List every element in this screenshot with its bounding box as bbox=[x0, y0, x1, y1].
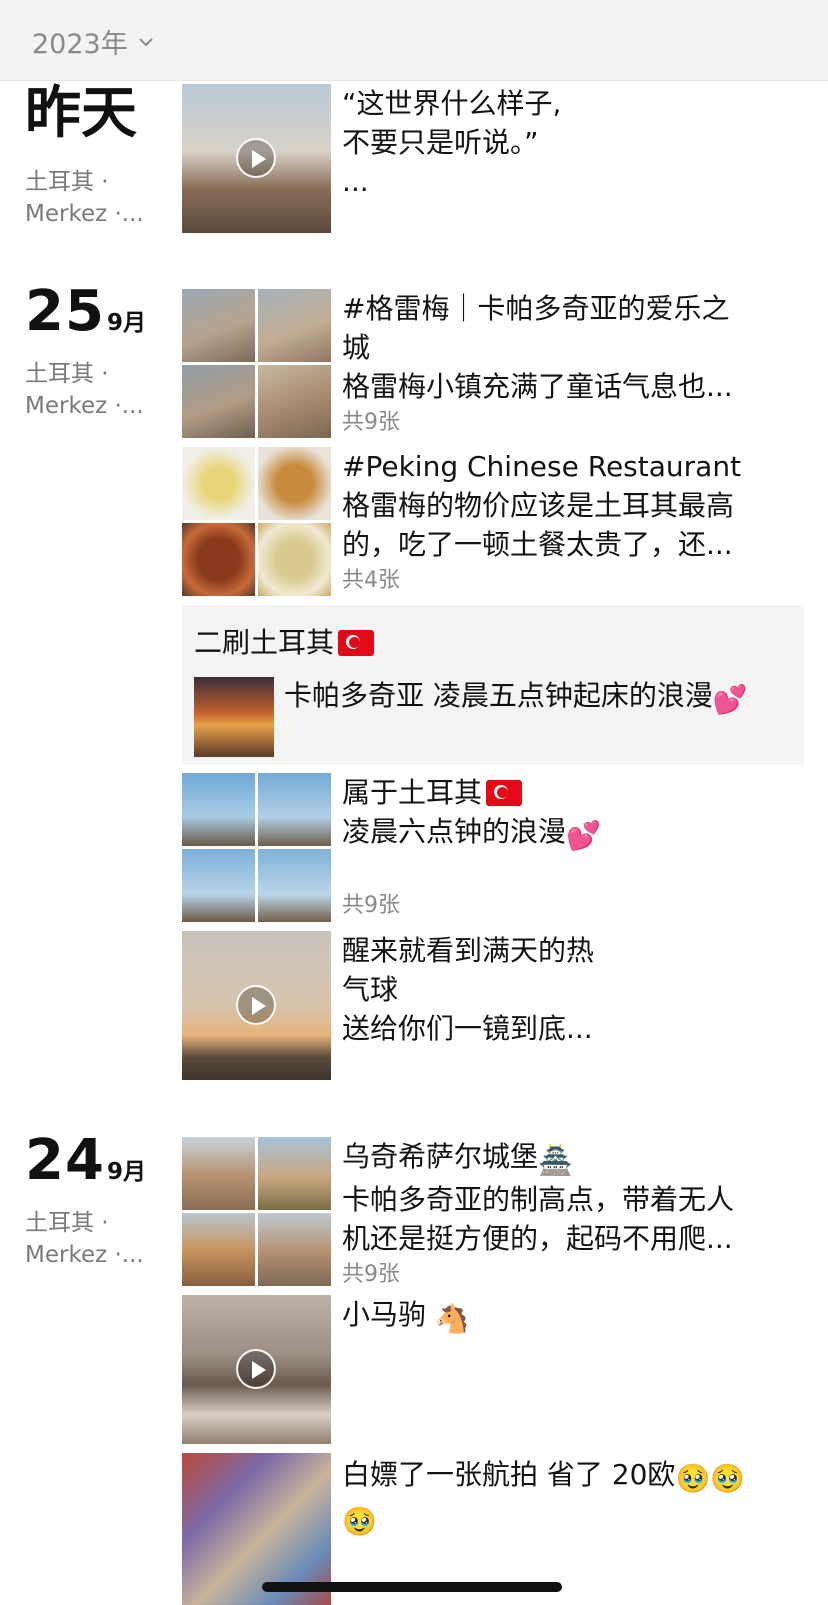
post-text[interactable]: 小马驹 🐴 bbox=[342, 1295, 802, 1338]
face-holding-back-tears-icon: 🥹 bbox=[342, 1505, 377, 1538]
post-image-grid[interactable] bbox=[182, 773, 331, 922]
post-image-grid[interactable] bbox=[182, 1137, 331, 1286]
month-label: 9月 bbox=[106, 310, 146, 336]
turkey-flag-icon bbox=[486, 780, 523, 806]
post-video-thumbnail[interactable] bbox=[182, 84, 331, 233]
location-line1: 土耳其 · bbox=[25, 1210, 109, 1236]
play-icon bbox=[236, 138, 276, 178]
post-image-grid[interactable] bbox=[182, 447, 331, 596]
post-text[interactable]: 乌奇希萨尔城堡🏯 卡帕多奇亚的制高点，带着无人 机还是挺方便的，起码不用爬...… bbox=[342, 1137, 802, 1290]
post-video-thumbnail[interactable] bbox=[182, 931, 331, 1080]
face-holding-back-tears-icon: 🥹🥹 bbox=[675, 1462, 746, 1495]
photo-count: 共9张 bbox=[342, 1262, 400, 1287]
play-icon bbox=[236, 985, 276, 1025]
day-number: 25 bbox=[25, 279, 105, 344]
location-line2: Merkez ·... bbox=[25, 1242, 144, 1268]
day-label: 昨天 bbox=[25, 81, 137, 146]
post-text[interactable]: “这世界什么样子, 不要只是听说。” ... bbox=[342, 84, 802, 201]
turkey-flag-icon bbox=[338, 630, 375, 656]
post-text[interactable]: #格雷梅｜卡帕多奇亚的爱乐之 城 格雷梅小镇充满了童话气息也... 共9张 bbox=[342, 289, 802, 438]
day-number: 24 bbox=[25, 1128, 105, 1193]
play-icon bbox=[236, 1349, 276, 1389]
post-text[interactable]: #Peking Chinese Restaurant 格雷梅的物价应该是土耳其最… bbox=[342, 447, 802, 596]
shared-post-text: 卡帕多奇亚 凌晨五点钟起床的浪漫💕 bbox=[284, 677, 784, 719]
shared-post-title: 二刷土耳其 bbox=[194, 621, 375, 661]
year-selector[interactable]: 2023年 bbox=[32, 22, 154, 61]
two-hearts-icon: 💕 bbox=[712, 683, 748, 716]
top-bar: 2023年 bbox=[0, 0, 828, 81]
date-column-yesterday: 昨天 土耳其 · Merkez ·... bbox=[25, 86, 165, 230]
date-column-24: 249月 土耳其 · Merkez ·... bbox=[25, 1133, 165, 1271]
horse-icon: 🐴 bbox=[434, 1302, 470, 1335]
location-line2: Merkez ·... bbox=[25, 393, 144, 419]
castle-icon: 🏯 bbox=[538, 1144, 573, 1177]
photo-count: 共9张 bbox=[342, 893, 400, 918]
year-label: 2023年 bbox=[32, 29, 128, 60]
shared-post-thumbnail bbox=[194, 677, 274, 757]
home-indicator bbox=[262, 1582, 562, 1592]
two-hearts-icon: 💕 bbox=[566, 819, 601, 852]
post-text[interactable]: 白嫖了一张航拍 省了 20欧🥹🥹 🥹 bbox=[342, 1455, 802, 1541]
post-text[interactable]: 醒来就看到满天的热 气球 送给你们一镜到底... bbox=[342, 931, 802, 1048]
location-line2: Merkez ·... bbox=[25, 201, 144, 227]
post-video-thumbnail[interactable] bbox=[182, 1295, 331, 1444]
post-image-grid[interactable] bbox=[182, 289, 331, 438]
location-line1: 土耳其 · bbox=[25, 169, 109, 195]
photo-count: 共4张 bbox=[342, 568, 400, 593]
date-column-25: 259月 土耳其 · Merkez ·... bbox=[25, 284, 165, 422]
month-label: 9月 bbox=[106, 1159, 146, 1185]
location-line1: 土耳其 · bbox=[25, 361, 109, 387]
photo-count: 共9张 bbox=[342, 410, 400, 435]
post-text[interactable]: 属于土耳其 凌晨六点钟的浪漫💕 共9张 bbox=[342, 773, 802, 921]
shared-post-card[interactable]: 二刷土耳其 卡帕多奇亚 凌晨五点钟起床的浪漫💕 bbox=[182, 605, 804, 765]
chevron-down-icon bbox=[139, 37, 153, 46]
